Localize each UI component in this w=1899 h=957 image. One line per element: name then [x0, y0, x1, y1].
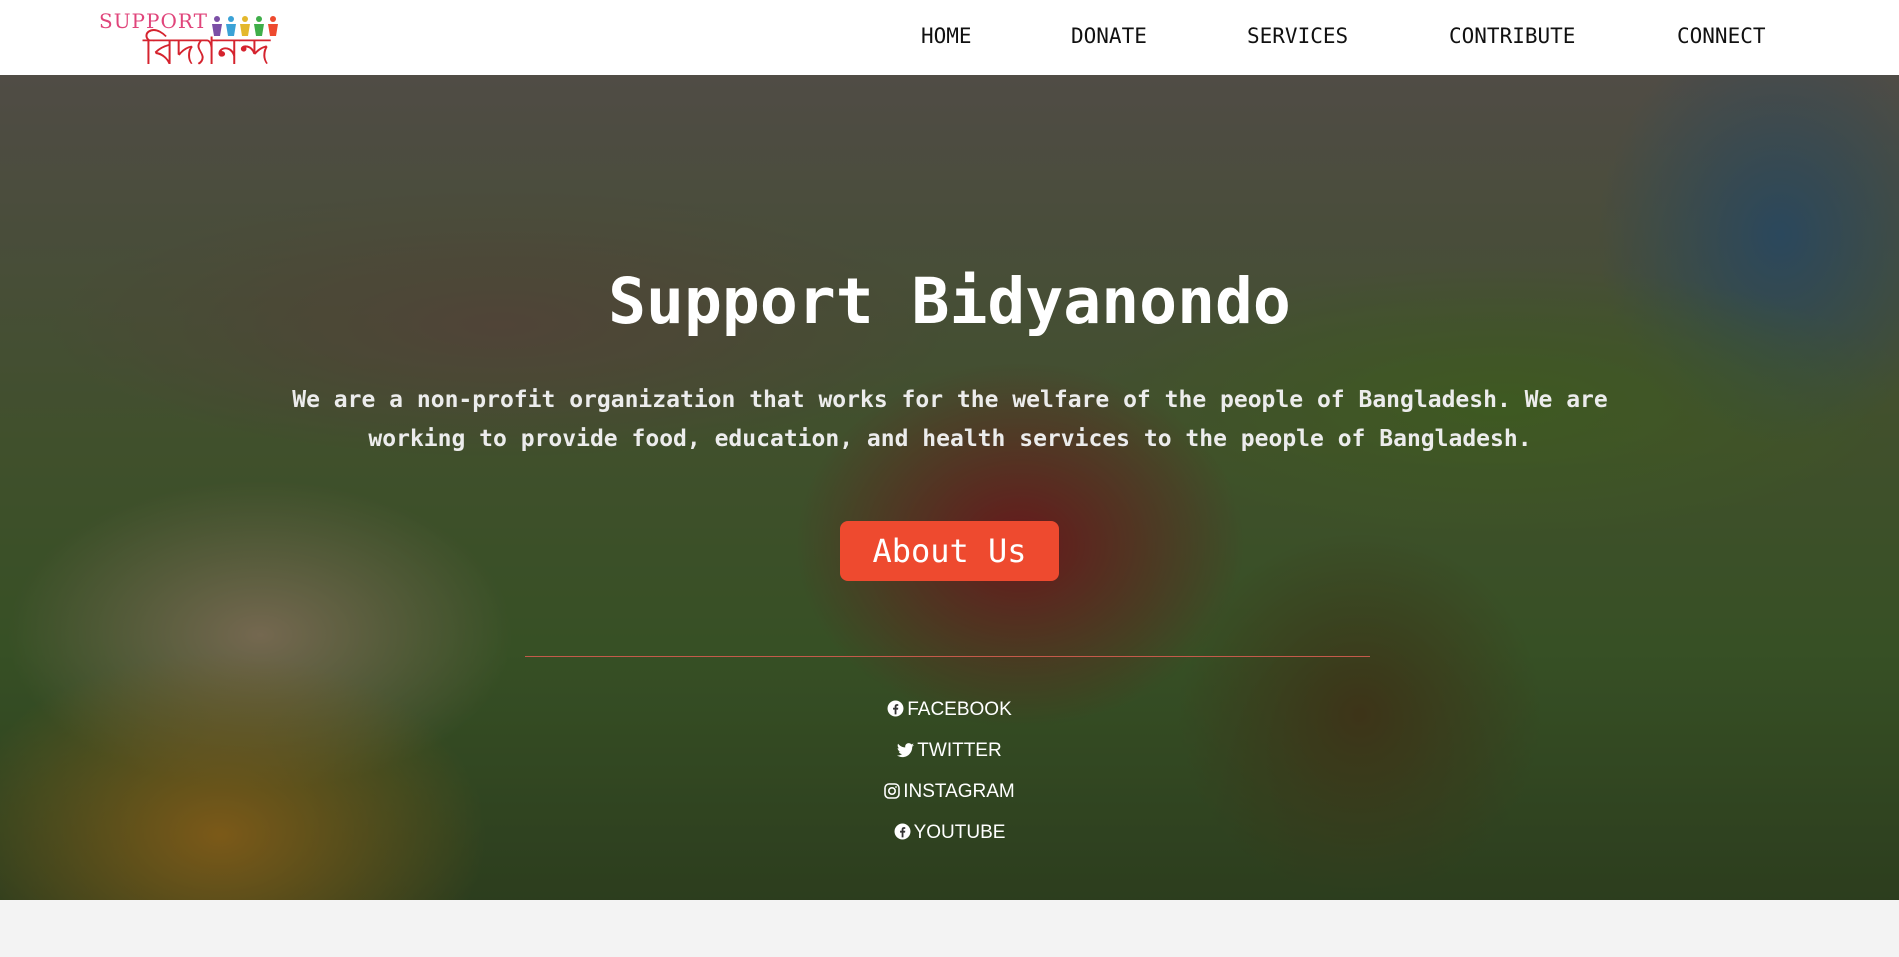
instagram-icon: [884, 783, 901, 799]
nav-connect[interactable]: CONNECT: [1677, 24, 1766, 48]
nav-home[interactable]: HOME: [921, 24, 972, 48]
twitter-icon: [897, 743, 915, 758]
youtube-label: YOUTUBE: [913, 822, 1006, 843]
instagram-label: INSTAGRAM: [903, 781, 1015, 802]
hero-section: Support Bidyanondo We are a non-profit o…: [0, 75, 1899, 900]
hero-description: We are a non-profit organization that wo…: [292, 387, 1608, 452]
facebook-icon: [887, 700, 904, 717]
youtube-link[interactable]: YOUTUBE: [0, 822, 1899, 844]
instagram-link[interactable]: INSTAGRAM: [0, 781, 1899, 803]
twitter-link[interactable]: TWITTER: [0, 740, 1899, 762]
hero-title: Support Bidyanondo: [608, 265, 1291, 338]
logo-bengali-text: বিদ্যানন্দ: [143, 29, 271, 73]
nav-services[interactable]: SERVICES: [1247, 24, 1348, 48]
about-us-button[interactable]: About Us: [840, 521, 1059, 581]
nav-donate[interactable]: DONATE: [1071, 24, 1147, 48]
nav-contribute[interactable]: CONTRIBUTE: [1449, 24, 1575, 48]
facebook-icon: [894, 823, 911, 840]
hero-divider: [525, 656, 1370, 657]
twitter-label: TWITTER: [917, 740, 1002, 761]
site-logo[interactable]: SUPPORT বিদ্যানন্দ: [97, 9, 287, 73]
facebook-label: FACEBOOK: [907, 699, 1012, 720]
navbar: SUPPORT বিদ্যানন্দ HOME DONATE SERVICES …: [0, 0, 1899, 75]
facebook-link[interactable]: FACEBOOK: [0, 699, 1899, 721]
page-bottom-strip: [0, 900, 1899, 957]
hero-overlay: [0, 75, 1899, 900]
